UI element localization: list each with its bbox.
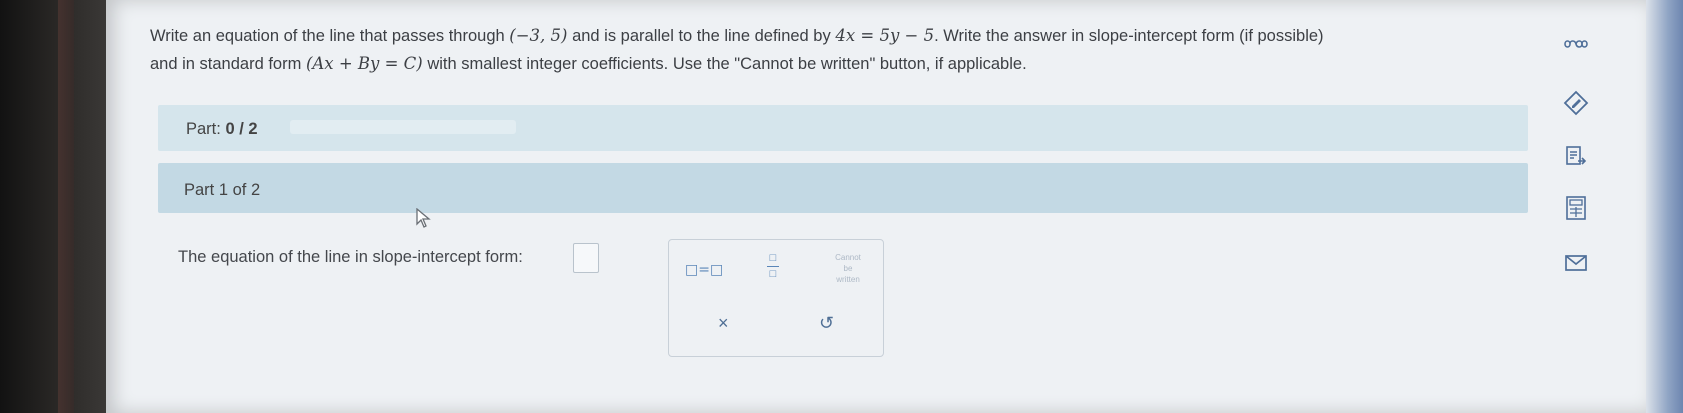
question-mid: and is parallel to the line defined by <box>572 27 831 45</box>
part-1-label: Part 1 of 2 <box>184 181 261 199</box>
part-prefix: Part: <box>186 120 221 138</box>
cannot-be-written-button[interactable]: Cannot be written <box>819 252 877 285</box>
cannot-line3: written <box>836 275 860 284</box>
question-intro: Write an equation of the line that passe… <box>150 27 505 45</box>
mouse-cursor-icon <box>416 207 432 234</box>
part-progress-bar: Part: 0 / 2 <box>158 105 1528 151</box>
mail-icon[interactable] <box>1558 254 1594 277</box>
cannot-line1: Cannot <box>835 253 861 262</box>
question-text: Write an equation of the line that passe… <box>150 22 1650 78</box>
fraction-top: □ <box>769 252 777 264</box>
fraction-bar <box>767 266 779 267</box>
part-count: 0 / 2 <box>225 120 258 138</box>
cannot-line2: be <box>843 264 853 273</box>
question-line-equation: 4x = 5y − 5 <box>835 26 935 45</box>
clear-button[interactable]: × <box>718 313 729 334</box>
calculator-icon[interactable] <box>1558 196 1594 225</box>
fraction-bottom: □ <box>769 268 777 280</box>
slope-intercept-input[interactable] <box>573 243 599 273</box>
math-palette: □=□ □ □ Cannot be written × ↺ <box>668 239 884 357</box>
device-bezel <box>0 0 106 413</box>
question-standard-form: (Ax + By = C) <box>305 54 423 73</box>
bezel-strip <box>58 0 74 413</box>
equals-template-button[interactable]: □=□ <box>685 262 723 278</box>
answer-prompt: The equation of the line in slope-interc… <box>178 248 523 266</box>
document-arrow-icon[interactable] <box>1558 144 1594 173</box>
question-rest: . Write the answer in slope-intercept fo… <box>934 27 1324 45</box>
pencil-diamond-icon[interactable] <box>1558 90 1594 121</box>
right-toolbar <box>1558 0 1614 413</box>
screen: Write an equation of the line that passe… <box>106 0 1646 413</box>
fraction-button[interactable]: □ □ <box>767 252 779 281</box>
infinity-icon[interactable] <box>1558 34 1594 55</box>
window-edge <box>1646 0 1683 413</box>
question-line2-end: with smallest integer coefficients. Use … <box>427 55 1027 73</box>
undo-button[interactable]: ↺ <box>819 313 834 334</box>
progress-track <box>290 120 516 134</box>
part-progress-label: Part: 0 / 2 <box>186 120 258 139</box>
part-1-header[interactable]: Part 1 of 2 <box>158 163 1528 213</box>
question-point: (−3, 5) <box>509 26 568 45</box>
question-line2-start: and in standard form <box>150 55 302 73</box>
